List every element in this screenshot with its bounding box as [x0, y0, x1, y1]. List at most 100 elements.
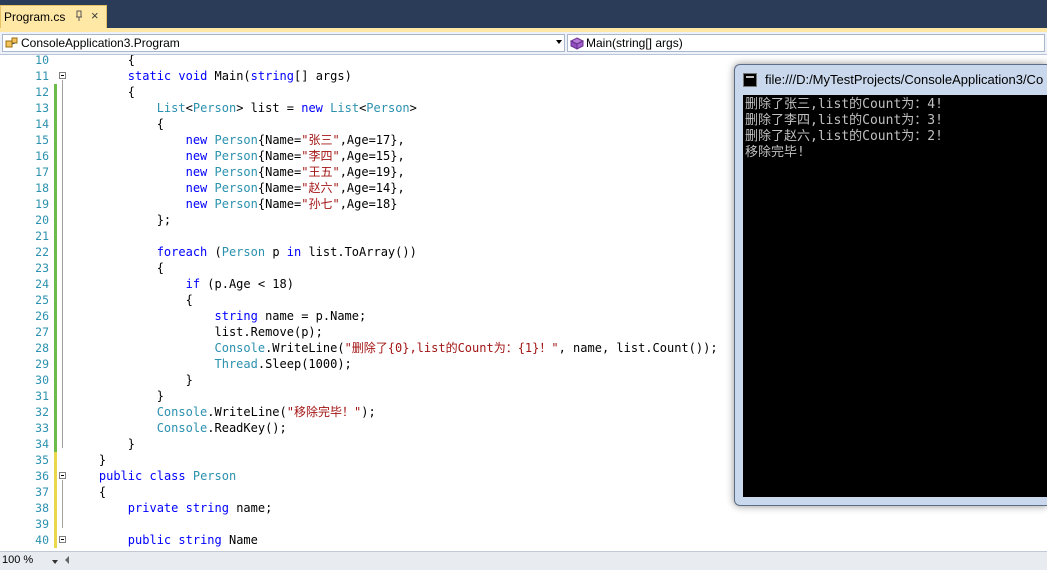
code-token: , name, list.Count());	[558, 341, 718, 355]
chevron-down-icon[interactable]	[52, 560, 58, 564]
code-token: Person	[192, 101, 237, 115]
line-number: 37	[35, 485, 49, 499]
collapse-icon[interactable]	[59, 536, 66, 543]
code-token: name;	[228, 501, 273, 515]
code-token: string	[250, 69, 295, 83]
type-selector-dropdown[interactable]: ConsoleApplication3.Program	[2, 34, 565, 52]
line-number: 11	[35, 69, 49, 83]
code-text: new Person{Name="赵六",Age=14},	[70, 180, 405, 196]
code-line: 40 public string Name	[0, 532, 1047, 548]
method-icon	[570, 37, 584, 50]
code-token: "王五"	[301, 165, 340, 179]
line-number: 10	[35, 55, 49, 67]
line-number: 38	[35, 501, 49, 515]
code-token: p	[265, 245, 287, 259]
code-token: static	[127, 69, 172, 83]
code-text: };	[70, 212, 171, 228]
line-number: 22	[35, 245, 49, 259]
code-token: }	[70, 437, 136, 451]
code-token: {Name=	[257, 165, 302, 179]
code-text: new Person{Name="张三",Age=17},	[70, 132, 405, 148]
class-icon	[5, 37, 18, 48]
line-number: 32	[35, 405, 49, 419]
code-text: new Person{Name="李四",Age=15},	[70, 148, 405, 164]
code-token: {	[70, 55, 136, 67]
line-number: 18	[35, 181, 49, 195]
pin-icon[interactable]	[75, 10, 83, 22]
code-text: }	[70, 452, 106, 468]
code-token: }	[70, 389, 164, 403]
code-text: if (p.Age < 18)	[70, 276, 294, 292]
code-token: private	[127, 501, 179, 515]
code-token: List	[330, 101, 360, 115]
code-token: Thread	[214, 357, 258, 371]
code-token: <	[185, 101, 193, 115]
zoom-level[interactable]: 100 %	[2, 554, 33, 566]
tab-program-cs[interactable]: Program.cs ×	[0, 5, 107, 28]
code-token: "孙七"	[301, 197, 340, 211]
code-token: new	[185, 181, 208, 195]
member-selector-value: Main(string[] args)	[586, 36, 683, 50]
code-token: list.ToArray())	[301, 245, 417, 259]
close-icon[interactable]: ×	[91, 9, 99, 23]
code-line: 39	[0, 516, 1047, 532]
line-number: 13	[35, 101, 49, 115]
code-token: }	[70, 373, 193, 387]
code-token: "删除了{0},list的Count为：{1}！"	[344, 341, 559, 355]
code-token: Person	[192, 469, 237, 483]
console-line: 删除了赵六,list的Count为：2!	[745, 129, 943, 144]
code-token: new	[185, 133, 208, 147]
code-text: public string Name	[70, 532, 258, 548]
code-text: {	[70, 116, 164, 132]
line-number: 20	[35, 213, 49, 227]
tab-label: Program.cs	[4, 10, 66, 24]
code-text: string name = p.Name;	[70, 308, 367, 324]
line-number: 16	[35, 149, 49, 163]
line-number: 21	[35, 229, 49, 243]
code-text: static void Main(string[] args)	[70, 68, 352, 84]
code-token: ,Age=19},	[339, 165, 405, 179]
code-token: Console	[156, 421, 208, 435]
scroll-left-icon[interactable]	[65, 556, 69, 564]
code-text: }	[70, 436, 135, 452]
code-text: }	[70, 388, 164, 404]
console-line: 删除了李四,list的Count为：3!	[745, 113, 943, 128]
code-token: {	[70, 485, 107, 499]
code-text: Thread.Sleep(1000);	[70, 356, 352, 372]
line-number: 33	[35, 421, 49, 435]
collapse-icon[interactable]	[59, 472, 66, 479]
code-token: void	[178, 69, 208, 83]
code-token: ,Age=17},	[339, 133, 405, 147]
code-token: [] args)	[294, 69, 352, 83]
code-token: Person	[366, 101, 410, 115]
console-window[interactable]: file:///D:/MyTestProjects/ConsoleApplica…	[734, 64, 1047, 506]
code-token: "李四"	[301, 149, 340, 163]
code-text: {	[70, 84, 135, 100]
collapse-icon[interactable]	[59, 72, 66, 79]
line-number: 31	[35, 389, 49, 403]
code-text: Console.ReadKey();	[70, 420, 287, 436]
code-token: Main(	[207, 69, 251, 83]
code-text: list.Remove(p);	[70, 324, 322, 340]
chevron-down-icon[interactable]	[556, 40, 562, 44]
document-tab-strip: Program.cs ×	[0, 0, 1047, 28]
console-title: file:///D:/MyTestProjects/ConsoleApplica…	[765, 72, 1044, 87]
member-selector-dropdown[interactable]: Main(string[] args)	[567, 34, 1045, 52]
line-number: 28	[35, 341, 49, 355]
code-token: {	[70, 117, 164, 131]
code-token: public	[98, 469, 143, 483]
code-text: List<Person> list = new List<Person>	[70, 100, 417, 116]
code-token: > list =	[236, 101, 302, 115]
